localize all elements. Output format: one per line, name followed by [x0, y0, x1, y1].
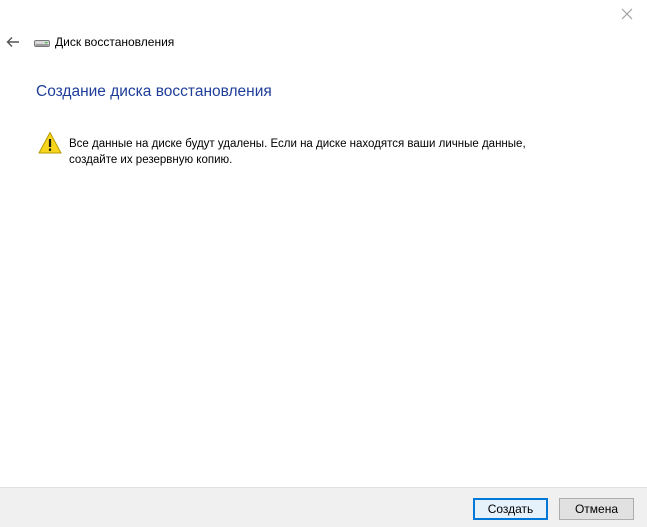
create-button[interactable]: Создать	[473, 498, 548, 520]
cancel-button[interactable]: Отмена	[559, 498, 634, 520]
navigation-bar: Диск восстановления	[0, 30, 600, 56]
warning-icon	[38, 132, 62, 154]
back-button[interactable]	[3, 32, 23, 52]
page-title: Создание диска восстановления	[36, 83, 272, 100]
recovery-drive-window: Диск восстановления Создание диска восст…	[0, 0, 647, 527]
warning-message: Все данные на диске будут удалены. Если …	[69, 136, 549, 168]
window-title: Диск восстановления	[55, 35, 175, 49]
drive-icon	[34, 40, 50, 47]
warning-line-2: создайте их резервную копию.	[69, 154, 233, 166]
warning-line-1: Все данные на диске будут удалены. Если …	[69, 138, 526, 150]
button-bar: Создать Отмена	[0, 487, 647, 527]
close-button[interactable]	[607, 0, 647, 28]
close-icon	[621, 8, 633, 20]
arrow-left-icon	[6, 37, 19, 47]
